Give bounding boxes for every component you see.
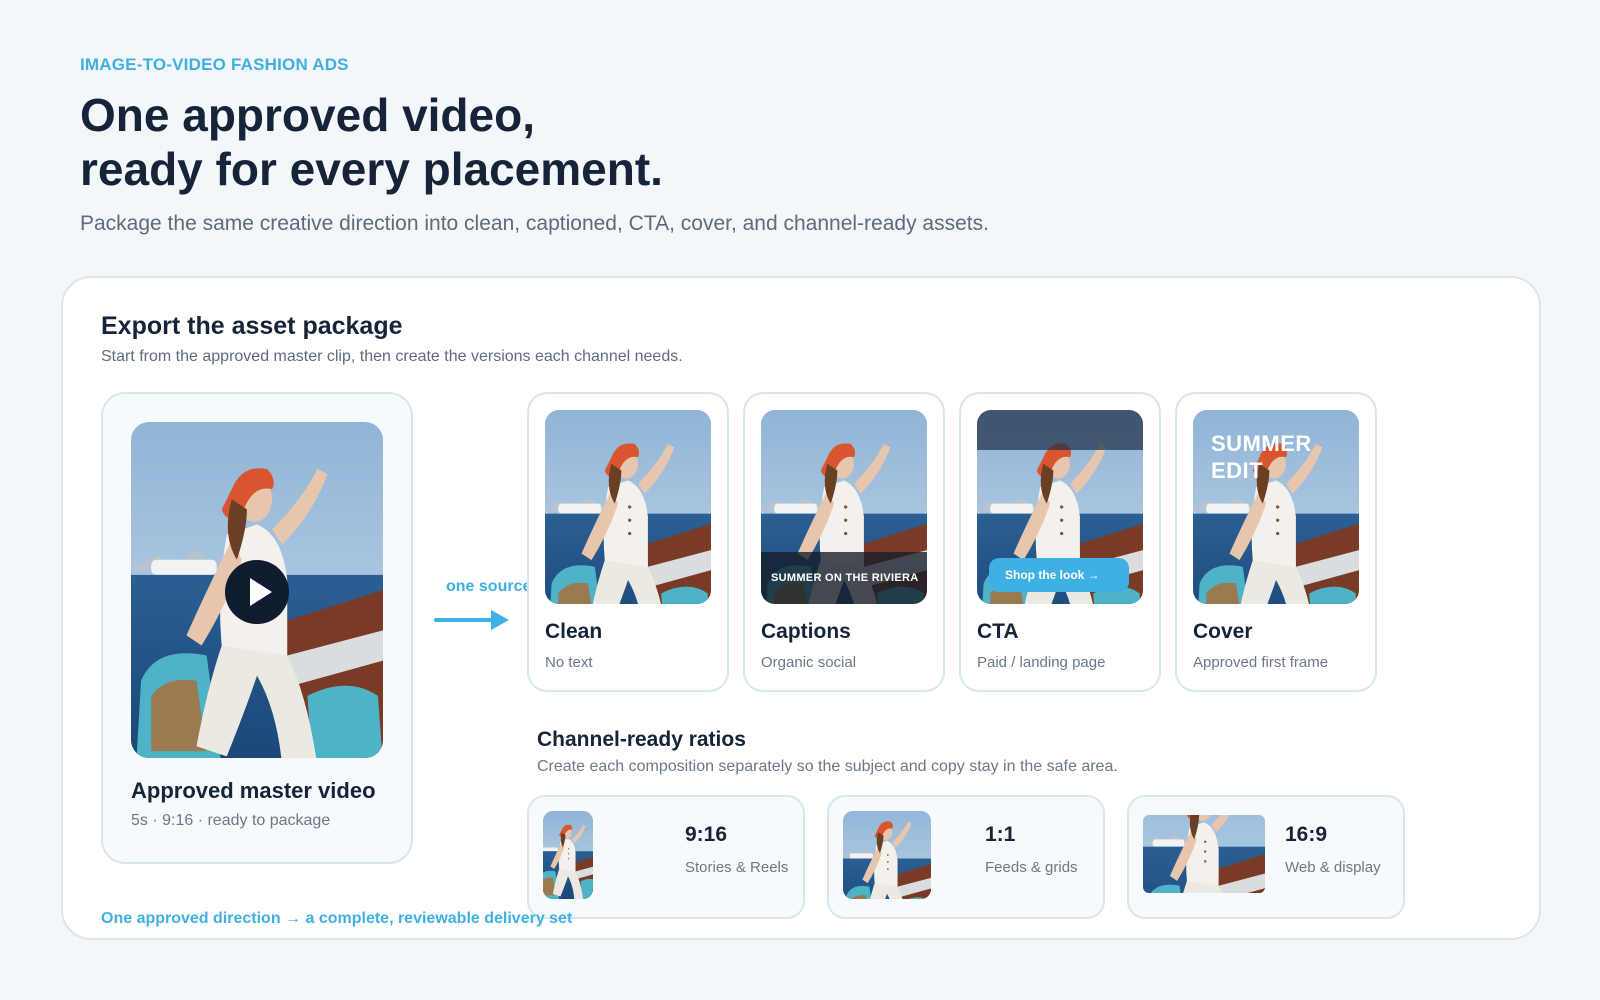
variant-thumbnail-cover: SUMMER EDIT	[1193, 410, 1359, 604]
master-video-title: Approved master video	[131, 778, 376, 803]
ratio-card-1-1[interactable]: 1:1 Feeds & grids	[827, 795, 1105, 919]
ratio-card-16-9[interactable]: 16:9 Web & display	[1127, 795, 1405, 919]
variant-title: CTA	[977, 620, 1019, 643]
variant-card-captions[interactable]: SUMMER ON THE RIVIERA Captions Organic s…	[743, 392, 945, 692]
page-subtitle: Package the same creative direction into…	[80, 212, 989, 235]
asset-package-panel: Export the asset package Start from the …	[61, 276, 1541, 940]
cover-overlay-text: SUMMER EDIT	[1211, 431, 1312, 483]
ratio-thumbnail-9-16	[543, 811, 593, 899]
ratios-title: Channel-ready ratios	[537, 728, 746, 751]
variant-title: Cover	[1193, 620, 1253, 643]
arrow-label: one source	[446, 578, 532, 595]
master-video-meta: 5s · 9:16 · ready to package	[131, 812, 331, 829]
eyebrow: IMAGE-TO-VIDEO FASHION ADS	[80, 55, 349, 74]
footer-note: One approved direction → a complete, rev…	[101, 910, 573, 927]
variant-card-clean[interactable]: Clean No text	[527, 392, 729, 692]
page-title: One approved video, ready for every plac…	[80, 88, 663, 196]
variant-title: Clean	[545, 620, 603, 643]
play-icon[interactable]	[225, 560, 289, 624]
variant-subtitle: Approved first frame	[1193, 654, 1329, 671]
variant-title: Captions	[761, 620, 851, 643]
master-video-card[interactable]: Approved master video 5s · 9:16 · ready …	[101, 392, 413, 864]
ratio-label: Feeds & grids	[985, 859, 1078, 876]
arrow-head-icon	[491, 610, 509, 630]
caption-overlay: SUMMER ON THE RIVIERA	[761, 552, 927, 604]
ratio-thumbnail-16-9	[1143, 815, 1265, 893]
variant-thumbnail-cta: Shop the look →	[977, 410, 1143, 604]
variant-thumbnail-clean	[545, 410, 711, 604]
arrow-right-icon	[434, 618, 494, 622]
shop-the-look-button[interactable]: Shop the look →	[989, 558, 1129, 592]
ratio-value: 9:16	[685, 823, 728, 846]
variant-subtitle: Paid / landing page	[977, 654, 1106, 671]
ratios-subtitle: Create each composition separately so th…	[537, 758, 1118, 775]
ratio-thumbnail-1-1	[843, 811, 931, 899]
ratio-label: Web & display	[1285, 859, 1381, 876]
variant-card-cover[interactable]: SUMMER EDIT Cover Approved first frame	[1175, 392, 1377, 692]
variant-subtitle: No text	[545, 654, 593, 671]
variant-subtitle: Organic social	[761, 654, 857, 671]
headline-line-1: One approved video,	[80, 89, 535, 141]
panel-title: Export the asset package	[101, 312, 403, 340]
variant-card-cta[interactable]: Shop the look → CTA Paid / landing page	[959, 392, 1161, 692]
cta-header-overlay	[977, 410, 1143, 450]
master-video-thumbnail[interactable]	[131, 422, 383, 758]
ratio-card-9-16[interactable]: 9:16 Stories & Reels	[527, 795, 805, 919]
headline-line-2: ready for every placement.	[80, 143, 663, 195]
variant-thumbnail-captions: SUMMER ON THE RIVIERA	[761, 410, 927, 604]
ratio-value: 16:9	[1285, 823, 1328, 846]
ratio-label: Stories & Reels	[685, 859, 789, 876]
panel-subtitle: Start from the approved master clip, the…	[101, 348, 683, 365]
ratio-value: 1:1	[985, 823, 1016, 846]
